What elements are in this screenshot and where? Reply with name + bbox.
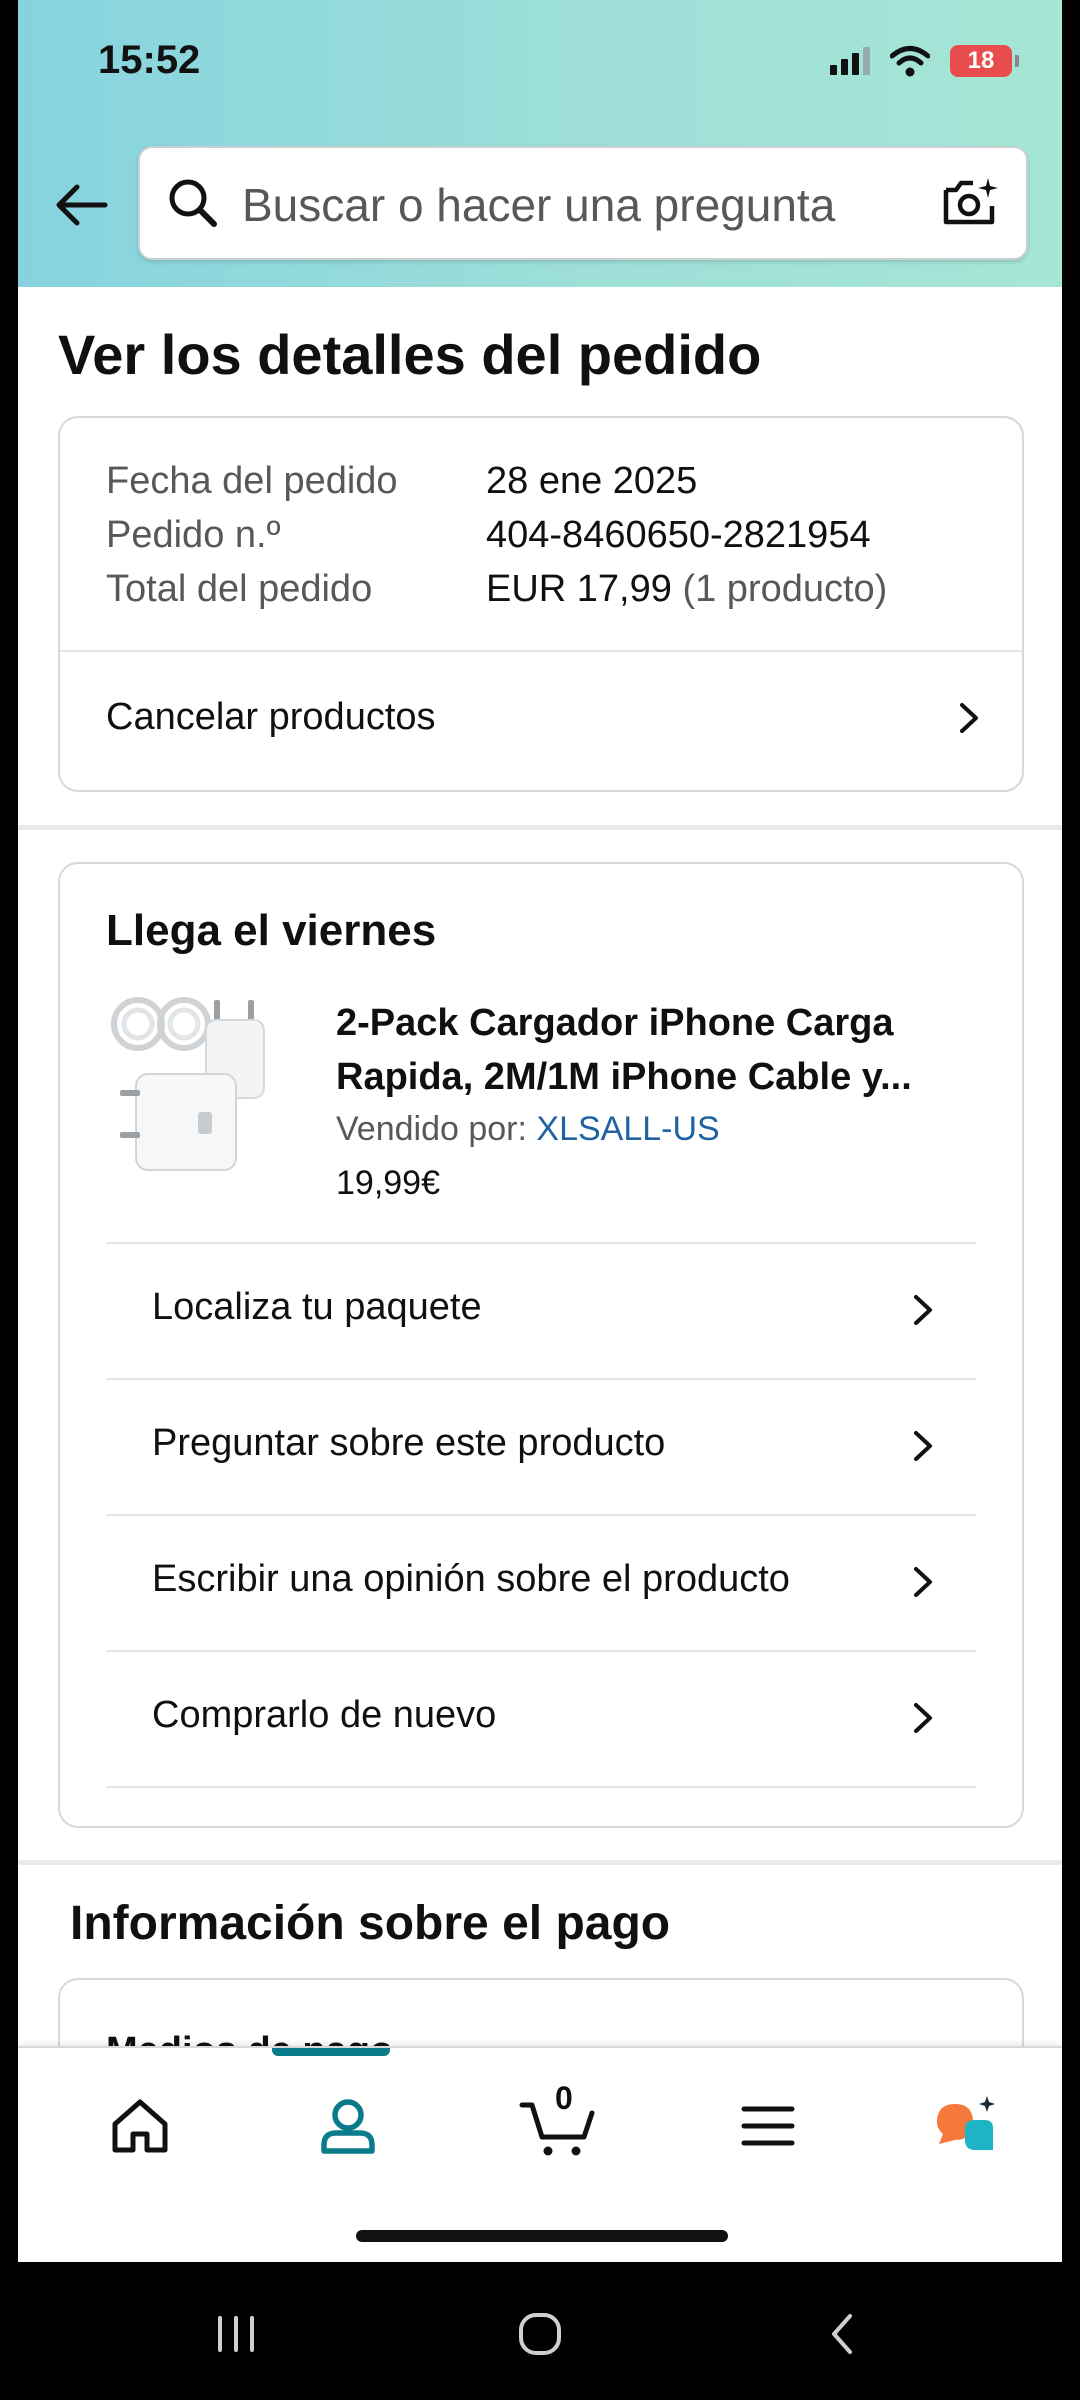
order-number-value: 404-8460650-2821954 bbox=[486, 514, 871, 556]
seller-link[interactable]: XLSALL-US bbox=[536, 1110, 719, 1148]
page-title: Ver los detalles del pedido bbox=[58, 323, 762, 386]
chevron-right-icon bbox=[914, 1567, 932, 1597]
chevron-right-icon bbox=[960, 703, 978, 733]
home-circle-icon bbox=[519, 2313, 561, 2355]
recents-button[interactable] bbox=[206, 2306, 266, 2362]
signal-icon bbox=[830, 47, 870, 75]
ask-product-question-label: Preguntar sobre este producto bbox=[152, 1422, 666, 1464]
product-title-link[interactable]: 2-Pack Cargador iPhone Carga Rapida, 2M/… bbox=[336, 996, 986, 1104]
search-placeholder: Buscar o hacer una pregunta bbox=[242, 179, 836, 231]
section-divider bbox=[18, 1860, 1062, 1865]
order-total-count: (1 producto) bbox=[682, 568, 888, 610]
battery-icon: 18 bbox=[950, 45, 1019, 77]
write-review-label: Escribir una opinión sobre el producto bbox=[152, 1558, 790, 1600]
chevron-right-icon bbox=[914, 1295, 932, 1325]
back-system-button[interactable] bbox=[812, 2306, 872, 2362]
product-seller: Vendido por: XLSALL-US bbox=[336, 1110, 720, 1149]
order-summary-card: Fecha del pedido 28 ene 2025 Pedido n.º … bbox=[58, 416, 1024, 792]
write-review-button[interactable]: Escribir una opinión sobre el producto bbox=[106, 1514, 976, 1650]
payment-section-title: Información sobre el pago bbox=[70, 1897, 671, 1950]
order-total-label: Total del pedido bbox=[106, 568, 373, 610]
home-button[interactable] bbox=[510, 2306, 570, 2362]
system-navigation-bar bbox=[0, 2262, 1080, 2400]
order-total-value: EUR 17,99 (1 producto) bbox=[486, 568, 887, 611]
menu-icon bbox=[741, 2106, 795, 2146]
ask-product-question-button[interactable]: Preguntar sobre este producto bbox=[106, 1378, 976, 1514]
divider bbox=[106, 1786, 976, 1788]
recents-icon bbox=[218, 2316, 254, 2352]
account-icon bbox=[321, 2099, 375, 2154]
nav-assistant[interactable] bbox=[926, 2086, 1006, 2166]
cancel-products-label: Cancelar productos bbox=[106, 696, 436, 738]
back-arrow-icon bbox=[56, 184, 108, 226]
section-divider bbox=[18, 825, 1062, 830]
seller-prefix: Vendido por: bbox=[336, 1110, 527, 1148]
back-chevron-icon bbox=[832, 2314, 852, 2354]
order-total-amount: EUR 17,99 bbox=[486, 568, 672, 610]
app-header: 15:52 18 Buscar o hacer una pregunta bbox=[18, 0, 1062, 287]
search-icon bbox=[169, 179, 217, 227]
buy-again-button[interactable]: Comprarlo de nuevo bbox=[106, 1650, 976, 1786]
home-indicator[interactable] bbox=[356, 2230, 728, 2242]
order-date-value: 28 ene 2025 bbox=[486, 460, 698, 502]
order-date-label: Fecha del pedido bbox=[106, 460, 398, 502]
status-icons: 18 bbox=[830, 45, 1019, 77]
buy-again-label: Comprarlo de nuevo bbox=[152, 1694, 497, 1736]
nav-account[interactable] bbox=[308, 2086, 388, 2166]
cart-count: 0 bbox=[555, 2080, 573, 2116]
search-input[interactable]: Buscar o hacer una pregunta bbox=[138, 146, 1028, 260]
order-number-label: Pedido n.º bbox=[106, 514, 281, 556]
active-tab-indicator bbox=[272, 2048, 390, 2056]
track-package-button[interactable]: Localiza tu paquete bbox=[106, 1242, 976, 1378]
chevron-right-icon bbox=[914, 1703, 932, 1733]
app-screen: 15:52 18 Buscar o hacer una pregunta Ver… bbox=[18, 0, 1062, 2262]
delivery-card: Llega el viernes 2-Pack Cargador iPhone … bbox=[58, 862, 1024, 1828]
nav-menu[interactable] bbox=[728, 2086, 808, 2166]
status-time: 15:52 bbox=[98, 38, 201, 82]
cancel-products-button[interactable]: Cancelar productos bbox=[60, 652, 1022, 790]
bottom-navigation: 0 bbox=[18, 2046, 1062, 2262]
track-package-label: Localiza tu paquete bbox=[152, 1286, 482, 1328]
home-icon bbox=[112, 2099, 168, 2153]
product-price: 19,99€ bbox=[336, 1164, 440, 1202]
nav-home[interactable] bbox=[100, 2086, 180, 2166]
camera-search-icon[interactable] bbox=[938, 172, 1002, 234]
product-image[interactable] bbox=[106, 994, 266, 1174]
chevron-right-icon bbox=[914, 1431, 932, 1461]
assistant-icon bbox=[937, 2096, 995, 2150]
back-button[interactable] bbox=[46, 170, 116, 240]
wifi-icon bbox=[890, 46, 930, 77]
nav-cart[interactable]: 0 bbox=[518, 2080, 598, 2166]
delivery-title: Llega el viernes bbox=[106, 906, 437, 955]
